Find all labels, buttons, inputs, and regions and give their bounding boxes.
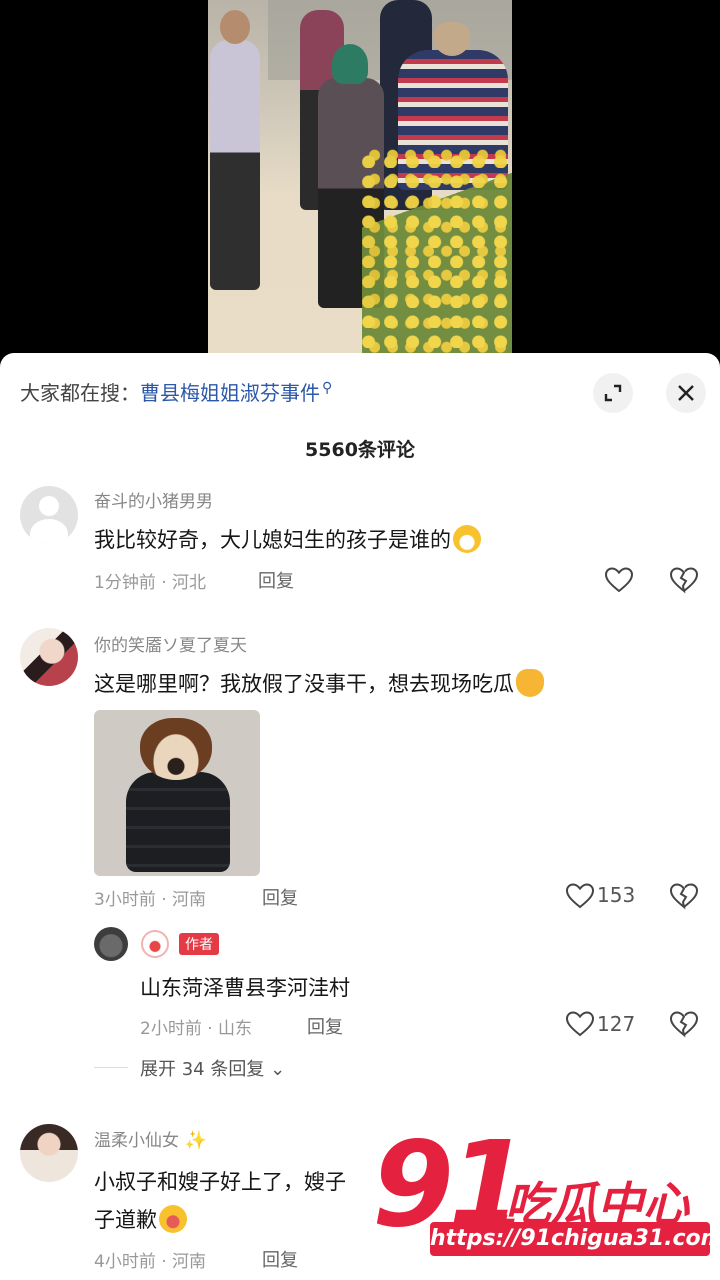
comment-text-body: 子道歉 xyxy=(94,1208,157,1232)
expand-replies-button[interactable]: 展开 34 条回复 ⌄ xyxy=(140,1055,285,1081)
reply-button[interactable]: 回复 xyxy=(307,1013,343,1039)
reply-button[interactable]: 回复 xyxy=(262,884,298,910)
close-icon xyxy=(678,385,694,401)
reply-button[interactable]: 回复 xyxy=(262,1246,298,1272)
comment-text[interactable]: 这是哪里啊？我放假了没事干，想去现场吃瓜 xyxy=(94,668,544,698)
dislike-broken-heart-icon[interactable] xyxy=(668,564,700,596)
like-count: 153 xyxy=(597,883,636,907)
video-person-head xyxy=(332,44,368,84)
dislike-broken-heart-icon[interactable] xyxy=(668,880,700,912)
video-person-head xyxy=(220,10,250,44)
watermark-url: https://91chigua31.com xyxy=(430,1222,720,1256)
reply-button[interactable]: 回复 xyxy=(258,567,294,593)
close-button[interactable] xyxy=(666,373,706,413)
dog-jacket-shape xyxy=(126,772,230,872)
author-avatar[interactable] xyxy=(94,927,128,961)
username-text: 温柔小仙女 xyxy=(94,1131,179,1151)
avatar[interactable] xyxy=(20,486,78,544)
video-person-head xyxy=(434,22,470,56)
comment-panel: 大家都在搜：曹县梅姐姐淑芬事件 ⚲ 5560条评论 奋斗的小猪男男 我比较好奇，大… xyxy=(0,353,720,1280)
username[interactable]: 温柔小仙女 ✨ xyxy=(94,1126,207,1151)
search-icon: ⚲ xyxy=(322,380,333,396)
video-player[interactable] xyxy=(0,0,720,358)
laughing-emoji-icon xyxy=(159,1205,187,1233)
comment-count: 5560条评论 xyxy=(305,439,415,461)
comment-meta: 3小时前 · 河南 xyxy=(94,890,207,910)
search-prefix: 大家都在搜： xyxy=(20,381,140,405)
comment-text[interactable]: 我比较好奇，大儿媳妇生的孩子是谁的 xyxy=(94,524,481,554)
like-heart-icon[interactable] xyxy=(603,564,635,596)
like-heart-icon[interactable] xyxy=(564,1008,596,1040)
expand-icon xyxy=(604,384,622,402)
grin-emoji-icon xyxy=(453,525,481,553)
video-flowers xyxy=(362,148,512,358)
sparkle-emoji-icon: ✨ xyxy=(179,1130,208,1151)
dog-in-jacket-sticker[interactable] xyxy=(94,710,260,876)
clown-emoji-icon xyxy=(141,930,169,958)
comment-text-line2[interactable]: 子道歉 xyxy=(94,1204,187,1234)
comment-text[interactable]: 小叔子和嫂子好上了，嫂子 xyxy=(94,1166,346,1196)
reply-meta: 2小时前 · 山东 xyxy=(140,1019,253,1039)
like-count: 127 xyxy=(597,1012,636,1036)
like-heart-icon[interactable] xyxy=(564,880,596,912)
comment-text-body: 这是哪里啊？我放假了没事干，想去现场吃瓜 xyxy=(94,672,514,696)
video-frame xyxy=(208,0,512,358)
dog-head-shape xyxy=(140,718,212,780)
comment-meta: 1分钟前 · 河北 xyxy=(94,573,207,593)
author-badge: 作者 xyxy=(179,933,219,955)
comment-meta: 4小时前 · 河南 xyxy=(94,1252,207,1272)
chevron-down-icon: ⌄ xyxy=(264,1059,286,1080)
search-suggestion[interactable]: 大家都在搜：曹县梅姐姐淑芬事件 ⚲ xyxy=(20,377,332,406)
avatar[interactable] xyxy=(20,628,78,686)
comment-text-body: 我比较好奇，大儿媳妇生的孩子是谁的 xyxy=(94,528,451,552)
video-person xyxy=(210,40,260,290)
username[interactable]: 奋斗的小猪男男 xyxy=(94,487,213,512)
expand-divider xyxy=(94,1067,128,1068)
cat-emoji-icon xyxy=(516,669,544,697)
avatar[interactable] xyxy=(20,1124,78,1182)
search-term-link[interactable]: 曹县梅姐姐淑芬事件 xyxy=(140,381,320,405)
username[interactable]: 你的笑靥ソ夏了夏天 xyxy=(94,631,247,656)
expand-button[interactable] xyxy=(593,373,633,413)
reply-text[interactable]: 山东菏泽曹县李河洼村 xyxy=(140,972,350,1002)
expand-replies-label: 展开 34 条回复 xyxy=(140,1059,265,1080)
dislike-broken-heart-icon[interactable] xyxy=(668,1008,700,1040)
